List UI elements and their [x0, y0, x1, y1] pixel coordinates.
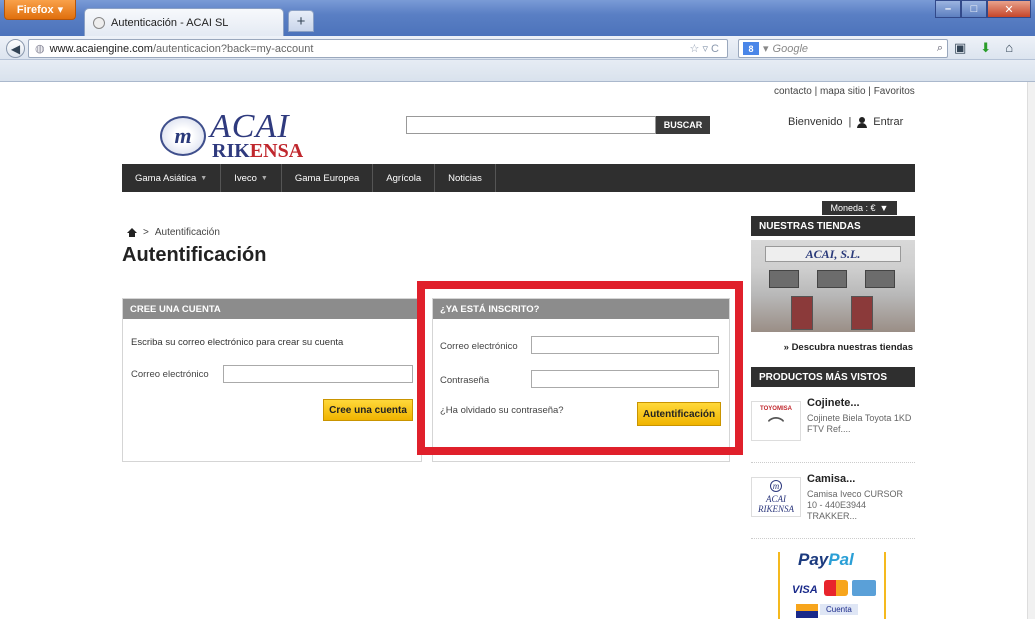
create-email-label: Correo electrónico — [131, 369, 209, 380]
web-page: contacto | mapa sitio | Favoritos m ACAI… — [0, 82, 1035, 619]
store-photo[interactable]: ACAI, S.L. — [751, 240, 915, 332]
home-icon[interactable] — [127, 227, 137, 238]
login-email-field[interactable] — [531, 336, 719, 354]
login-link[interactable]: Entrar — [873, 116, 903, 128]
browser-tab[interactable]: Autenticación - ACAI SL — [84, 8, 284, 36]
store-window — [769, 270, 799, 288]
new-tab-button[interactable]: + — [288, 10, 314, 32]
product-desc: Cojinete Biela Toyota 1KD FTV Ref.... — [807, 413, 912, 434]
breadcrumb: > Autentificación — [127, 227, 220, 238]
store-door — [791, 296, 813, 330]
firefox-menu-button[interactable]: Firefox ▾ — [4, 0, 76, 20]
bookmark-star-icon[interactable]: ☆ ▿ C — [690, 42, 719, 55]
url-host: www.acaiengine.com — [49, 42, 153, 55]
store-window — [817, 270, 847, 288]
search-icon[interactable]: ⌕ — [937, 42, 943, 55]
visa-icon: VISA — [792, 584, 818, 596]
product-thumbnail[interactable]: TOYOMISA ⌒ — [751, 401, 801, 441]
main-nav: Gama Asiática ▼ Iveco ▼ Gama Europea Agrícola… — [122, 164, 915, 192]
breadcrumb-current: Autentificación — [154, 227, 220, 238]
browser-titlebar: Firefox ▾ Autenticación - ACAI SL + – □ ✕ — [0, 0, 1035, 36]
url-bar[interactable]: ◍ www.acaiengine.com /autenticacion?back… — [28, 39, 728, 58]
browser-search-bar[interactable]: 8 ▾ Google ⌕ — [738, 39, 948, 58]
stores-link[interactable]: » Descubra nuestras tiendas — [751, 342, 915, 353]
create-account-button[interactable]: Cree una cuenta — [323, 399, 413, 421]
favicon-icon — [93, 16, 105, 29]
login-email-label: Correo electrónico — [440, 341, 518, 352]
tab-title: Autenticación - ACAI SL — [111, 16, 229, 29]
welcome-area: Bienvenido | Entrar — [788, 116, 903, 128]
browser-search-placeholder: Google — [772, 42, 809, 55]
cuenta-label: Cuenta — [820, 604, 858, 615]
bank-card-icon — [796, 604, 818, 618]
site-logo[interactable]: m ACAI RIKENSA — [160, 104, 320, 162]
chevron-down-icon: ▼ — [260, 174, 268, 182]
login-heading: ¿YA ESTÁ INSCRITO? — [433, 299, 729, 319]
separator: | — [848, 116, 852, 128]
store-window — [865, 270, 895, 288]
login-password-field[interactable] — [531, 370, 719, 388]
currency-selector[interactable]: Moneda : € ▼ — [822, 201, 897, 215]
create-email-field[interactable] — [223, 365, 413, 383]
chevron-down-icon: ▾ — [57, 4, 64, 16]
create-account-box: CREE UNA CUENTA Escriba su correo electr… — [122, 298, 422, 462]
nav-item-noticias[interactable]: Noticias — [435, 164, 496, 192]
create-account-text: Escriba su correo electrónico para crear… — [131, 337, 344, 348]
paypal-logo: PayPal — [794, 550, 858, 570]
sidebar: NUESTRAS TIENDAS ACAI, S.L. » Descubra n… — [751, 216, 915, 539]
product-desc: Camisa Iveco CURSOR 10 - 440E3944 TRAKKE… — [807, 489, 904, 521]
back-button[interactable]: ◀ — [6, 39, 25, 58]
paypal-badge[interactable]: PayPal VISA Cuenta — [778, 550, 886, 619]
url-path: /autenticacion?back=my-account — [152, 42, 314, 55]
store-door — [851, 296, 873, 330]
create-account-heading: CREE UNA CUENTA — [123, 299, 421, 319]
top-links[interactable]: contacto | mapa sitio | Favoritos — [774, 86, 915, 97]
stores-heading: NUESTRAS TIENDAS — [751, 216, 915, 236]
browser-navbar: ◀ ◍ www.acaiengine.com /autenticacion?ba… — [0, 36, 1035, 60]
bearing-icon: ⌒ — [767, 418, 784, 435]
nav-item-agr-cola[interactable]: Agrícola — [373, 164, 436, 192]
user-icon[interactable] — [857, 116, 868, 128]
page-title: Autentificación — [122, 244, 267, 266]
store-sign: ACAI, S.L. — [765, 246, 901, 262]
logo-globe-icon: m — [770, 480, 782, 492]
chevron-down-icon: ▼ — [200, 174, 208, 182]
logo-rikensa-text: RIKENSA — [212, 140, 304, 162]
minimize-icon[interactable]: – — [935, 0, 961, 18]
product-item[interactable]: m ACAI RIKENSA Camisa... Camisa Iveco CU… — [751, 473, 915, 539]
close-icon[interactable]: ✕ — [987, 0, 1031, 18]
login-password-label: Contraseña — [440, 375, 490, 386]
maximize-icon[interactable]: □ — [961, 0, 987, 18]
search-engine-chevron-icon: ▾ — [763, 43, 769, 55]
google-icon: 8 — [743, 42, 759, 55]
download-icon[interactable]: ⬇ — [980, 40, 991, 56]
window-controls: – □ ✕ — [935, 0, 1031, 18]
welcome-text: Bienvenido — [788, 116, 843, 128]
product-name[interactable]: Camisa... — [807, 473, 855, 485]
login-button[interactable]: Autentificación — [637, 402, 721, 426]
logo-globe-icon: m — [160, 116, 206, 156]
nav-item-gama-europea[interactable]: Gama Europea — [282, 164, 374, 192]
home-browser-icon[interactable]: ⌂ — [1005, 40, 1013, 56]
site-search-input[interactable] — [406, 116, 656, 134]
bookmarks-icon[interactable]: ▣ — [954, 40, 966, 56]
globe-icon: ◍ — [35, 43, 45, 55]
products-heading: PRODUCTOS MÁS VISTOS — [751, 367, 915, 387]
forgot-password-link[interactable]: ¿Ha olvidado su contraseña? — [440, 405, 564, 416]
chevron-down-icon: ▼ — [879, 203, 889, 213]
search-button[interactable]: BUSCAR — [656, 116, 710, 134]
amex-icon — [852, 580, 876, 596]
toolbar-icons: ▣ ⬇ ⌂ — [954, 40, 1013, 56]
product-thumbnail[interactable]: m ACAI RIKENSA — [751, 477, 801, 517]
bookmarks-toolbar — [0, 60, 1035, 82]
mastercard-icon — [824, 580, 848, 596]
page-scrollbar[interactable] — [1027, 82, 1035, 619]
login-box: ¿YA ESTÁ INSCRITO? Correo electrónico Co… — [432, 298, 730, 462]
nav-item-gama-asi-tica[interactable]: Gama Asiática ▼ — [122, 164, 222, 192]
product-name[interactable]: Cojinete... — [807, 397, 860, 409]
nav-item-iveco[interactable]: Iveco ▼ — [221, 164, 282, 192]
product-item[interactable]: TOYOMISA ⌒ Cojinete... Cojinete Biela To… — [751, 397, 915, 463]
